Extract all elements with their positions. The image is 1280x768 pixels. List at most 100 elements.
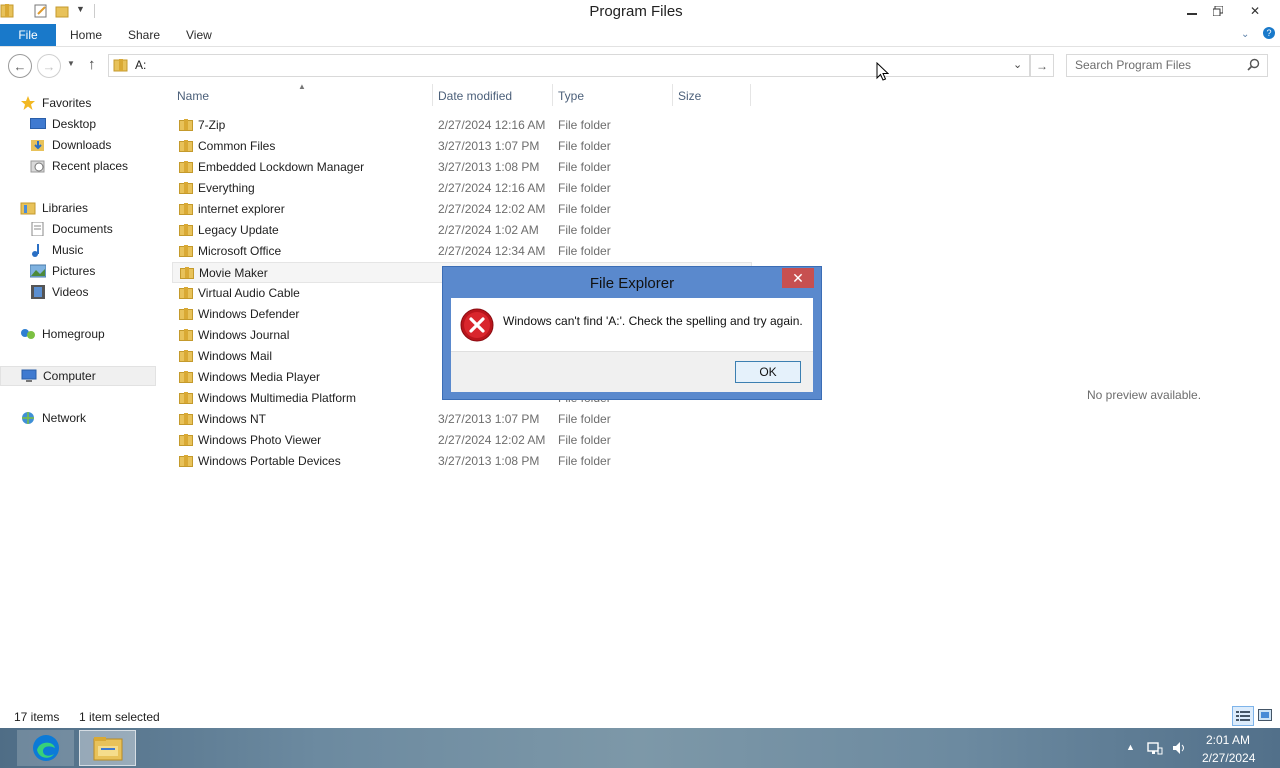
file-type: File folder bbox=[558, 118, 611, 132]
close-icon: ✕ bbox=[1249, 4, 1261, 18]
pictures-icon bbox=[29, 264, 47, 278]
dialog-title: File Explorer bbox=[589, 275, 675, 292]
videos-icon bbox=[30, 285, 46, 299]
file-row[interactable]: Legacy Update 2/27/2024 1:02 AM File folde… bbox=[172, 220, 752, 241]
nav-favorites[interactable]: Favorites bbox=[20, 93, 176, 113]
search-icon[interactable] bbox=[1247, 58, 1260, 74]
file-name: Windows NT bbox=[198, 412, 267, 426]
network-icon bbox=[20, 411, 36, 425]
tab-share[interactable]: Share bbox=[128, 28, 160, 42]
file-name: Windows Defender bbox=[198, 307, 300, 321]
dialog-close-button[interactable]: ✕ bbox=[782, 268, 814, 288]
clock-date[interactable]: 2/27/2024 bbox=[1202, 751, 1255, 765]
nav-documents[interactable]: Documents bbox=[30, 219, 186, 239]
file-row[interactable]: Common Files 3/27/2013 1:07 PM File folder bbox=[172, 136, 752, 157]
preview-pane-text: No preview available. bbox=[1087, 388, 1202, 402]
tab-file[interactable]: File bbox=[0, 24, 56, 46]
nav-network[interactable]: Network bbox=[20, 408, 176, 428]
file-row[interactable]: Windows NT 3/27/2013 1:07 PM File folder bbox=[172, 409, 752, 430]
file-name: Windows Photo Viewer bbox=[198, 433, 322, 447]
folder-icon bbox=[179, 328, 193, 341]
folder-icon bbox=[179, 202, 193, 215]
nav-downloads[interactable]: Downloads bbox=[30, 135, 186, 155]
file-row[interactable]: Everything 2/27/2024 12:16 AM File folder bbox=[172, 178, 752, 199]
nav-homegroup[interactable]: Homegroup bbox=[20, 324, 176, 344]
file-name: Windows Media Player bbox=[198, 370, 321, 384]
file-name: Microsoft Office bbox=[198, 244, 282, 258]
error-dialog: File Explorer ✕ Windows can't find 'A:'.… bbox=[443, 267, 821, 399]
tab-view[interactable]: View bbox=[186, 28, 212, 42]
edge-icon bbox=[32, 735, 59, 761]
large-icons-view-button[interactable] bbox=[1257, 708, 1273, 722]
computer-icon bbox=[21, 369, 37, 383]
nav-desktop[interactable]: Desktop bbox=[30, 114, 186, 134]
folder-icon bbox=[179, 286, 193, 299]
ok-button[interactable]: OK bbox=[735, 361, 801, 383]
nav-recent-places[interactable]: Recent places bbox=[30, 156, 186, 176]
folder-icon bbox=[179, 349, 193, 362]
file-name: Everything bbox=[198, 181, 255, 195]
restore-button[interactable] bbox=[1203, 0, 1233, 22]
column-header-date[interactable]: Date modified bbox=[438, 89, 512, 103]
close-window-button[interactable]: ✕ bbox=[1240, 0, 1270, 22]
help-icon[interactable]: ? bbox=[1263, 27, 1275, 39]
details-view-button[interactable] bbox=[1232, 706, 1254, 726]
folder-icon bbox=[179, 370, 193, 383]
show-hidden-icons-icon[interactable]: ▲ bbox=[1126, 742, 1135, 752]
title-bar: ▼ Program Files ✕ bbox=[0, 0, 1280, 24]
file-row[interactable]: 7-Zip 2/27/2024 12:16 AM File folder bbox=[172, 115, 752, 136]
column-divider[interactable] bbox=[750, 84, 751, 106]
taskbar-file-explorer-button[interactable] bbox=[79, 730, 136, 766]
homegroup-icon bbox=[20, 327, 36, 341]
file-type: File folder bbox=[558, 223, 611, 237]
column-divider[interactable] bbox=[672, 84, 673, 106]
file-type: File folder bbox=[558, 454, 611, 468]
selection-count: 1 item selected bbox=[79, 710, 160, 724]
file-row[interactable]: Windows Photo Viewer 2/27/2024 12:02 AM Fi… bbox=[172, 430, 752, 451]
search-box[interactable]: Search Program Files bbox=[1066, 54, 1268, 77]
downloads-icon bbox=[30, 138, 46, 152]
column-divider[interactable] bbox=[552, 84, 553, 106]
star-icon bbox=[20, 96, 36, 110]
file-name: Embedded Lockdown Manager bbox=[198, 160, 365, 174]
file-type: File folder bbox=[558, 139, 611, 153]
network-tray-icon[interactable] bbox=[1147, 740, 1163, 759]
file-type: File folder bbox=[558, 202, 611, 216]
search-input[interactable]: Search Program Files bbox=[1075, 58, 1191, 72]
file-row[interactable]: internet explorer 2/27/2024 12:02 AM File … bbox=[172, 199, 752, 220]
forward-arrow-icon[interactable]: → bbox=[37, 54, 61, 78]
nav-computer[interactable]: Computer bbox=[0, 366, 156, 386]
file-name: Windows Portable Devices bbox=[198, 454, 341, 468]
file-row[interactable]: Microsoft Office 2/27/2024 12:34 AM File f… bbox=[172, 241, 752, 262]
folder-icon bbox=[179, 223, 193, 236]
column-header-size[interactable]: Size bbox=[678, 89, 701, 103]
volume-icon[interactable] bbox=[1171, 740, 1187, 759]
column-divider[interactable] bbox=[432, 84, 433, 106]
file-row[interactable]: Embedded Lockdown Manager 3/27/2013 1:08 … bbox=[172, 157, 752, 178]
file-name: Windows Journal bbox=[198, 328, 290, 342]
file-date-modified: 3/27/2013 1:08 PM bbox=[438, 160, 540, 174]
sort-ascending-icon: ▲ bbox=[298, 82, 306, 91]
up-arrow-icon[interactable]: ↑ bbox=[88, 56, 96, 73]
nav-libraries[interactable]: Libraries bbox=[20, 198, 176, 218]
column-header-type[interactable]: Type bbox=[558, 89, 584, 103]
file-name: Common Files bbox=[198, 139, 276, 153]
expand-ribbon-icon[interactable]: ⌄ bbox=[1241, 29, 1249, 40]
file-row[interactable]: Windows Portable Devices 3/27/2013 1:08 P… bbox=[172, 451, 752, 472]
folder-icon bbox=[179, 139, 193, 152]
column-header-name[interactable]: Name bbox=[177, 89, 209, 103]
tab-home[interactable]: Home bbox=[70, 28, 102, 42]
libraries-icon bbox=[20, 201, 36, 215]
nav-music[interactable]: Music bbox=[30, 240, 186, 260]
address-bar[interactable]: A: ⌄ bbox=[108, 54, 1030, 77]
taskbar-edge-button[interactable] bbox=[17, 730, 74, 766]
back-arrow-icon[interactable]: ← bbox=[8, 54, 32, 78]
nav-videos[interactable]: Videos bbox=[30, 282, 186, 302]
recent-locations-chevron-icon[interactable]: ▼ bbox=[67, 59, 75, 68]
nav-pictures[interactable]: Pictures bbox=[29, 261, 186, 281]
address-input[interactable]: A: bbox=[135, 58, 146, 72]
clock-time[interactable]: 2:01 AM bbox=[1206, 733, 1250, 747]
desktop-icon bbox=[30, 117, 46, 131]
go-arrow-icon[interactable]: → bbox=[1030, 54, 1054, 77]
address-dropdown-icon[interactable]: ⌄ bbox=[1013, 58, 1022, 71]
